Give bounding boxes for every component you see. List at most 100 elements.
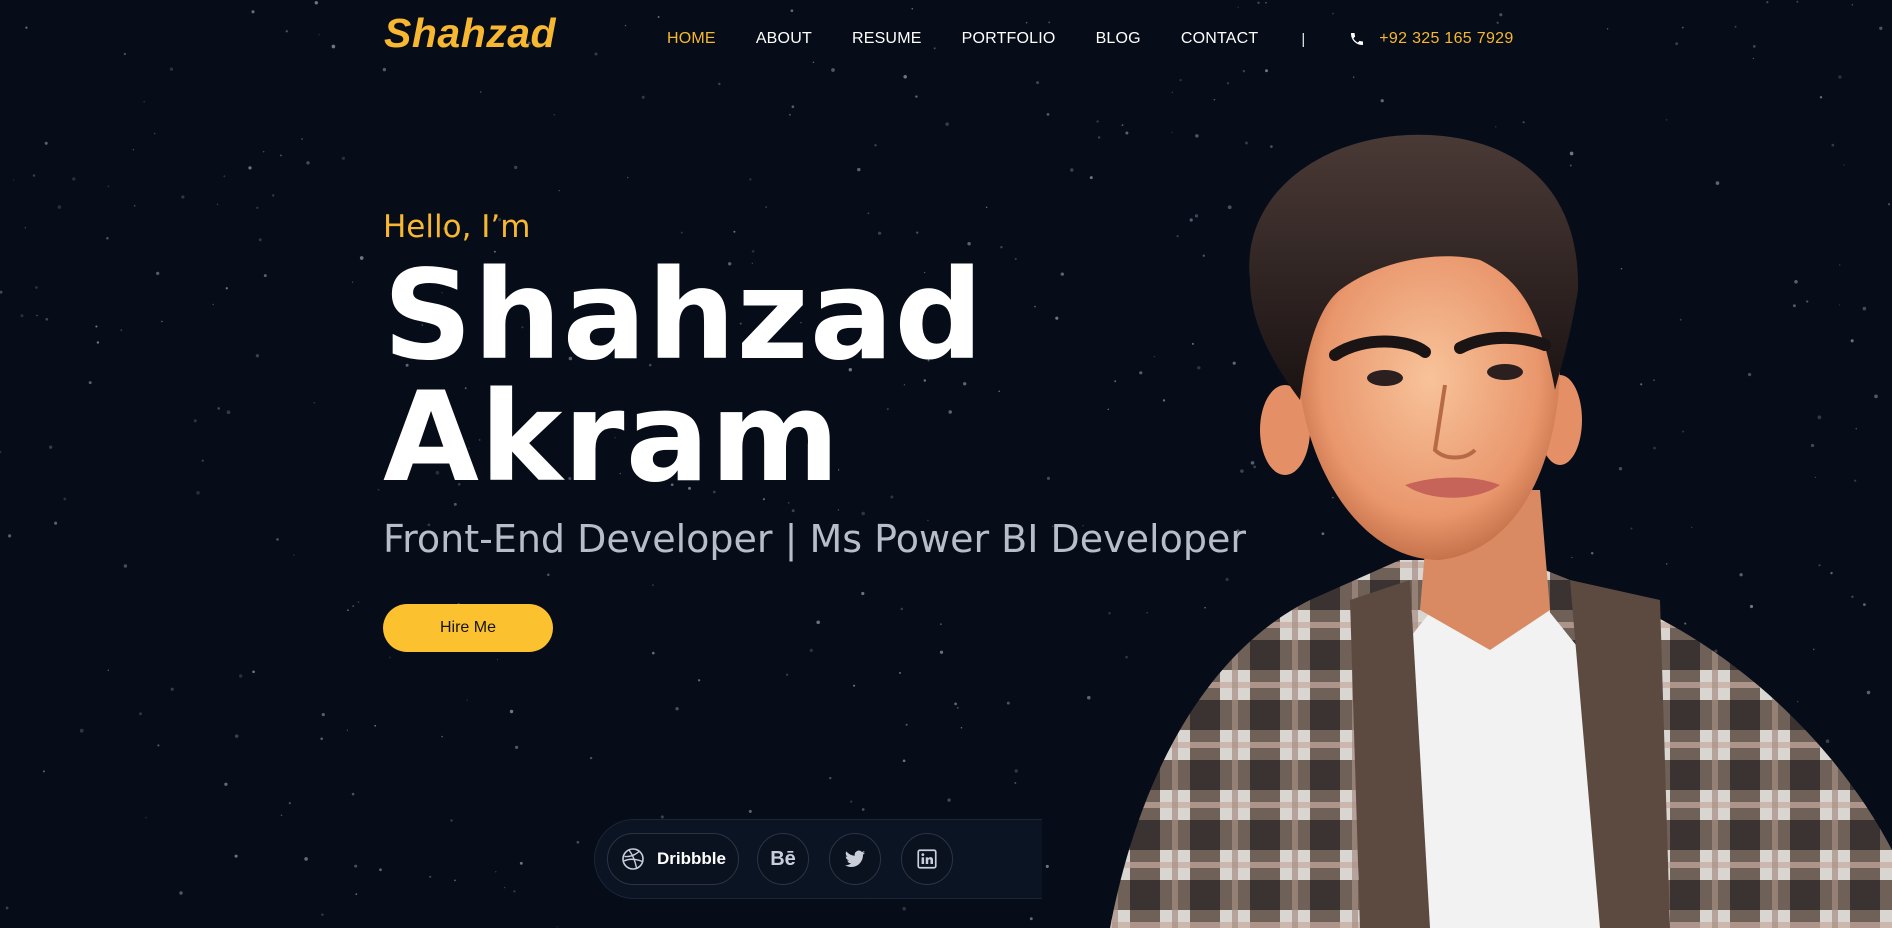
star: [20, 314, 24, 318]
star: [24, 226, 27, 229]
star: [346, 729, 349, 731]
star: [288, 802, 291, 805]
social-bar: Dribbble Bē: [594, 819, 1042, 899]
hero-greeting: Hello, I’m: [383, 209, 531, 245]
star: [143, 100, 146, 103]
star: [1665, 119, 1668, 121]
star: [0, 450, 2, 454]
star: [351, 281, 354, 283]
star: [374, 724, 377, 727]
star: [256, 206, 259, 209]
star: [153, 132, 156, 135]
star: [293, 554, 295, 556]
hero-section: Hello, I’m Shahzad Akram Front-End Devel…: [383, 0, 1283, 928]
star: [217, 407, 220, 410]
nav-blog[interactable]: BLOG: [1096, 30, 1141, 48]
star: [201, 459, 204, 462]
star: [35, 286, 38, 289]
star: [44, 141, 48, 145]
behance-link[interactable]: Bē: [757, 833, 809, 885]
star: [355, 893, 358, 896]
star: [107, 669, 110, 672]
star: [255, 354, 260, 358]
star: [262, 150, 265, 153]
star: [352, 605, 355, 608]
dribbble-icon: [622, 848, 644, 870]
star: [216, 203, 219, 206]
nav-portfolio[interactable]: PORTFOLIO: [962, 30, 1056, 48]
star: [8, 534, 12, 538]
star: [133, 205, 136, 207]
star: [252, 670, 255, 674]
star: [212, 303, 214, 306]
star: [351, 792, 355, 796]
star: [88, 381, 92, 385]
star: [45, 317, 49, 321]
dribbble-label: Dribbble: [657, 849, 726, 868]
hero-name: Shahzad Akram: [383, 254, 984, 500]
star: [223, 175, 226, 178]
nav-about[interactable]: ABOUT: [756, 30, 812, 48]
star: [1494, 125, 1497, 128]
star: [226, 410, 231, 415]
star: [107, 185, 110, 188]
star: [161, 320, 163, 323]
star: [306, 161, 310, 165]
star: [5, 906, 9, 910]
star: [42, 770, 45, 773]
nav-resume[interactable]: RESUME: [852, 30, 922, 48]
star: [36, 314, 38, 317]
twitter-icon: [844, 850, 866, 867]
phone-link[interactable]: +92 325 165 7929: [1349, 30, 1513, 48]
star: [276, 538, 279, 541]
site-logo[interactable]: Shahzad: [384, 10, 556, 57]
site-header: Shahzad HOME ABOUT RESUME PORTFOLIO BLOG…: [0, 0, 1892, 76]
star: [359, 256, 364, 260]
star: [193, 419, 197, 423]
star: [1522, 121, 1525, 124]
nav-separator: |: [1301, 30, 1306, 48]
nav-home[interactable]: HOME: [667, 30, 716, 48]
star: [313, 401, 316, 404]
star: [271, 194, 275, 197]
star: [301, 137, 304, 141]
star: [54, 521, 58, 525]
star: [238, 674, 243, 678]
phone-icon: [1351, 33, 1364, 45]
star: [321, 713, 325, 717]
star: [95, 325, 98, 328]
star: [32, 174, 36, 177]
star: [132, 149, 135, 151]
star: [120, 329, 123, 331]
nav-contact[interactable]: CONTACT: [1181, 30, 1259, 48]
star: [63, 497, 67, 501]
star: [341, 156, 346, 160]
dribbble-link[interactable]: Dribbble: [607, 833, 739, 885]
twitter-link[interactable]: [829, 833, 881, 885]
star: [1380, 99, 1384, 103]
star: [106, 237, 109, 240]
star: [96, 341, 100, 344]
star: [357, 601, 360, 603]
linkedin-icon: [917, 849, 937, 869]
star: [170, 687, 174, 691]
star: [145, 816, 147, 819]
star: [234, 734, 239, 738]
star: [181, 195, 185, 199]
star: [354, 864, 358, 868]
star: [49, 445, 53, 449]
star: [57, 205, 62, 209]
hero-name-last: Akram: [383, 366, 841, 510]
star: [224, 782, 228, 786]
star: [321, 913, 324, 916]
star: [320, 737, 324, 741]
main-nav: HOME ABOUT RESUME PORTFOLIO BLOG CONTACT…: [667, 30, 1514, 48]
hire-me-button[interactable]: Hire Me: [383, 604, 553, 652]
star: [79, 728, 84, 733]
star: [123, 564, 128, 568]
star: [279, 154, 282, 157]
star: [280, 814, 283, 817]
phone-number: +92 325 165 7929: [1379, 30, 1514, 47]
linkedin-link[interactable]: [901, 833, 953, 885]
star: [156, 271, 160, 276]
